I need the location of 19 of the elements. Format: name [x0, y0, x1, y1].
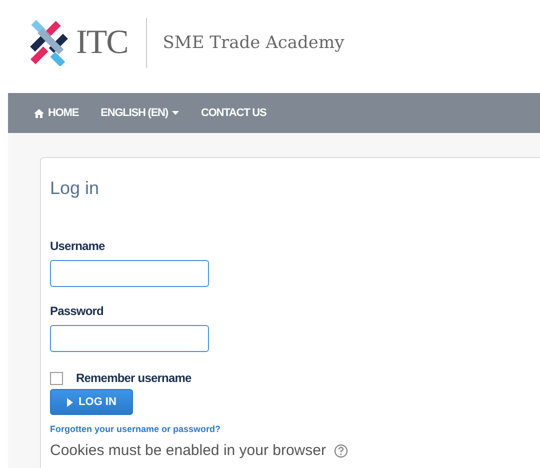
site-title: SME Trade Academy	[162, 32, 344, 52]
password-label: Password	[50, 304, 104, 318]
help-icon[interactable]	[334, 444, 348, 458]
cookies-note: Cookies must be enabled in your browser	[50, 442, 326, 459]
login-button[interactable]: LOG IN	[50, 389, 133, 415]
login-title: Log in	[50, 178, 100, 199]
play-icon	[66, 398, 73, 406]
remember-checkbox[interactable]	[50, 372, 63, 384]
nav-link[interactable]: HOME	[34, 107, 79, 119]
home-icon	[34, 108, 44, 118]
password-field[interactable]	[50, 325, 209, 352]
nav-link[interactable]: CONTACT US	[200, 107, 266, 119]
logo-text: ITC	[76, 24, 128, 62]
forgot-password-link[interactable]: Forgotten your username or password?	[50, 424, 221, 434]
username-label: Username	[50, 239, 105, 253]
remember-label: Remember username	[76, 371, 192, 385]
caret-icon	[172, 111, 179, 115]
username-field[interactable]	[50, 260, 209, 287]
nav-link[interactable]: ENGLISH (EN)	[100, 107, 179, 119]
